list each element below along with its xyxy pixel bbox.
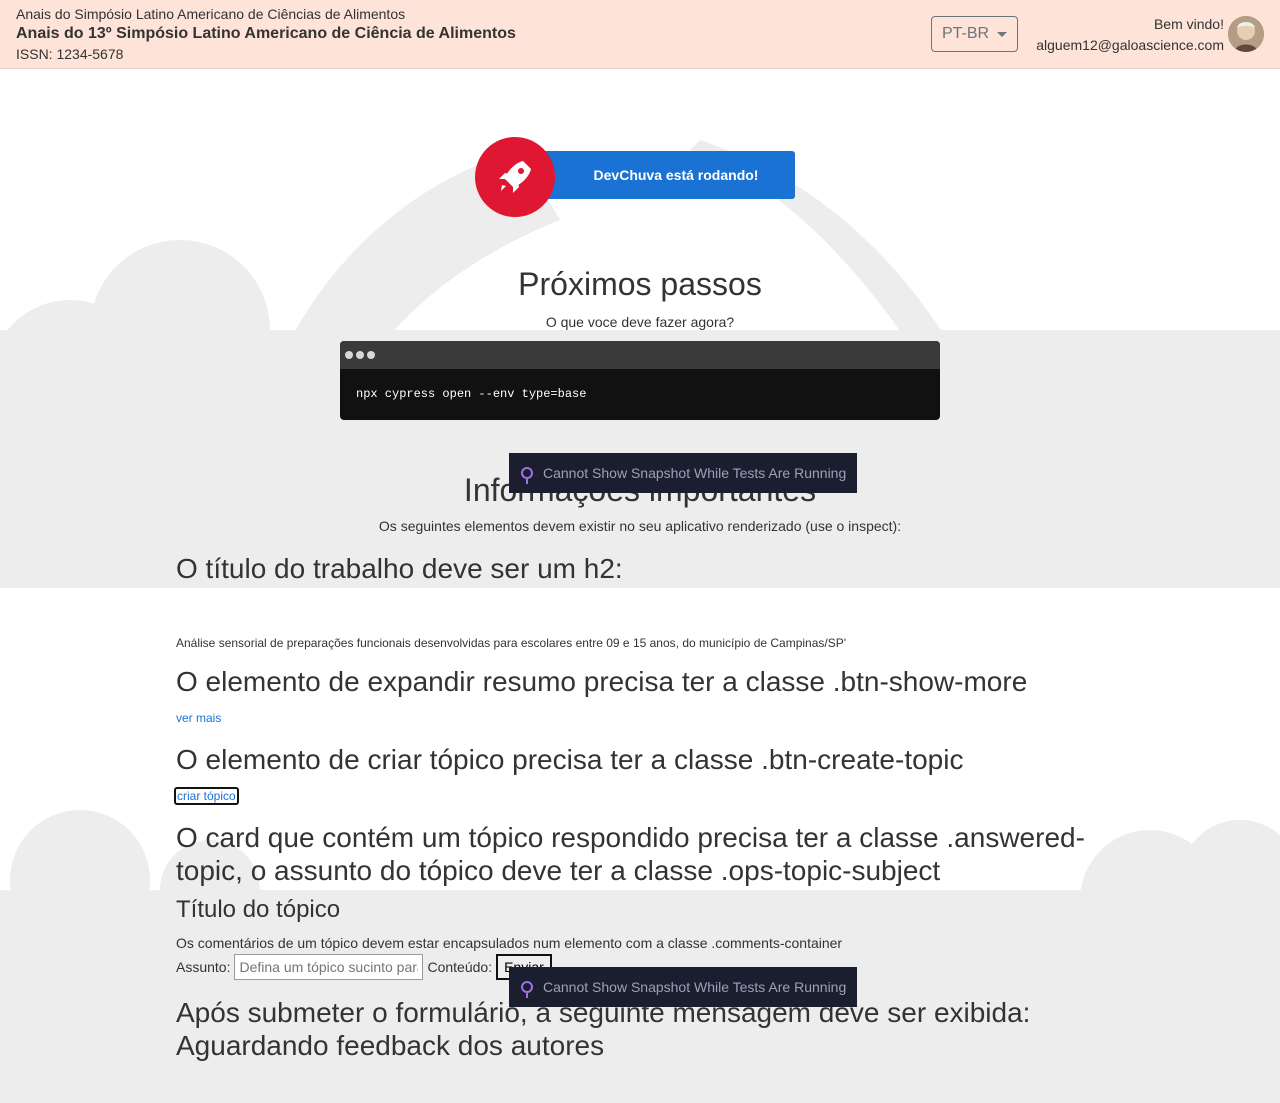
snapshot-message: Cannot Show Snapshot While Tests Are Run… bbox=[543, 979, 847, 995]
snapshot-overlay: Cannot Show Snapshot While Tests Are Run… bbox=[509, 453, 857, 493]
issn: ISSN: 1234-5678 bbox=[16, 46, 124, 62]
snapshot-message: Cannot Show Snapshot While Tests Are Run… bbox=[543, 465, 847, 481]
event-title: Anais do 13º Simpósio Latino Americano d… bbox=[16, 25, 516, 42]
h2-title-rule: O título do trabalho deve ser um h2: bbox=[176, 553, 623, 584]
info-subtitle: Os seguintes elementos devem existir no … bbox=[378, 518, 902, 534]
avatar-image bbox=[1228, 16, 1264, 52]
create-topic-rule: O elemento de criar tópico precisa ter a… bbox=[176, 744, 964, 775]
topic-form: Assunto: Conteúdo: Enviar bbox=[176, 954, 552, 980]
answered-rule-line1: O card que contém um tópico respondido p… bbox=[176, 822, 1085, 853]
terminal-command: npx cypress open --env type=base bbox=[356, 387, 587, 401]
subject-label: Assunto: bbox=[176, 959, 231, 975]
after-submit-line2: Aguardando feedback dos autores bbox=[176, 1030, 605, 1061]
chevron-down-icon bbox=[997, 31, 1008, 37]
terminal-window: npx cypress open --env type=base bbox=[340, 341, 940, 420]
window-dot-icon bbox=[356, 351, 364, 359]
topic-title: Título do tópico bbox=[176, 896, 341, 923]
work-title: Análise sensorial de preparações funcion… bbox=[176, 636, 847, 650]
next-steps-title: Próximos passos bbox=[518, 266, 762, 302]
comments-rule: Os comentários de um tópico devem estar … bbox=[176, 935, 843, 951]
subject-input[interactable] bbox=[234, 954, 424, 980]
terminal-titlebar bbox=[340, 341, 940, 369]
answered-rule-line2: topic, o assunto do tópico deve ter a cl… bbox=[176, 855, 941, 886]
user-email: alguem12@galoascience.com bbox=[1036, 37, 1224, 53]
site-header: Anais do Simpósio Latino Americano de Ci… bbox=[0, 0, 1280, 69]
rocket-badge bbox=[475, 137, 555, 217]
snapshot-overlay: Cannot Show Snapshot While Tests Are Run… bbox=[509, 967, 857, 1007]
content-label: Conteúdo: bbox=[427, 959, 493, 975]
language-dropdown[interactable]: PT-BR bbox=[931, 16, 1018, 52]
window-dot-icon bbox=[345, 351, 353, 359]
rocket-icon bbox=[499, 161, 531, 193]
running-text: DevChuva está rodando! bbox=[593, 167, 759, 183]
running-banner: DevChuva está rodando! bbox=[537, 151, 795, 199]
next-steps-subtitle: O que voce deve fazer agora? bbox=[545, 314, 735, 330]
window-dot-icon bbox=[367, 351, 375, 359]
create-topic-button[interactable]: criar tópico bbox=[174, 787, 239, 805]
avatar[interactable] bbox=[1228, 16, 1264, 52]
pin-icon bbox=[521, 981, 533, 998]
language-label: PT-BR bbox=[941, 25, 990, 42]
welcome-text: Bem vindo! bbox=[1153, 16, 1224, 32]
pin-icon bbox=[521, 467, 533, 484]
show-more-link[interactable]: ver mais bbox=[176, 711, 221, 725]
show-more-rule: O elemento de expandir resumo precisa te… bbox=[176, 666, 1028, 697]
event-line: Anais do Simpósio Latino Americano de Ci… bbox=[16, 6, 406, 22]
